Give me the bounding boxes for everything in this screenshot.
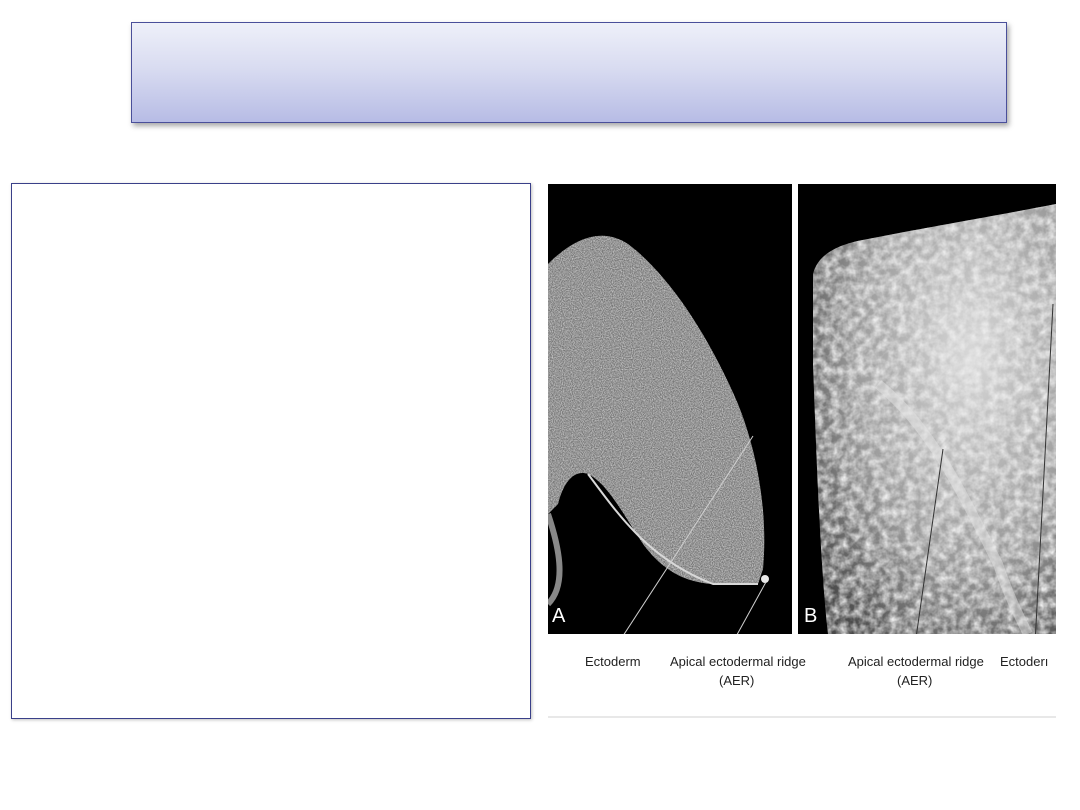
slide-content-box (11, 183, 531, 719)
panel-b: B (798, 184, 1056, 660)
label-ectoderm-b: Ectoderı (1000, 654, 1048, 669)
limb-bud-micrograph-figure: A B Ectoderm Apical ectodermal ridge (AE… (548, 184, 1056, 720)
panel-b-letter: B (804, 605, 817, 627)
label-aer-abbrev-a: (AER) (719, 673, 754, 688)
slide-title-bar (131, 22, 1007, 123)
label-aer-a: Apical ectodermal ridge (670, 654, 806, 669)
label-aer-abbrev-b: (AER) (897, 673, 932, 688)
panel-a: A (548, 184, 792, 643)
label-aer-b: Apical ectodermal ridge (848, 654, 984, 669)
panel-a-letter: A (552, 605, 566, 627)
label-ectoderm-a: Ectoderm (585, 654, 641, 669)
